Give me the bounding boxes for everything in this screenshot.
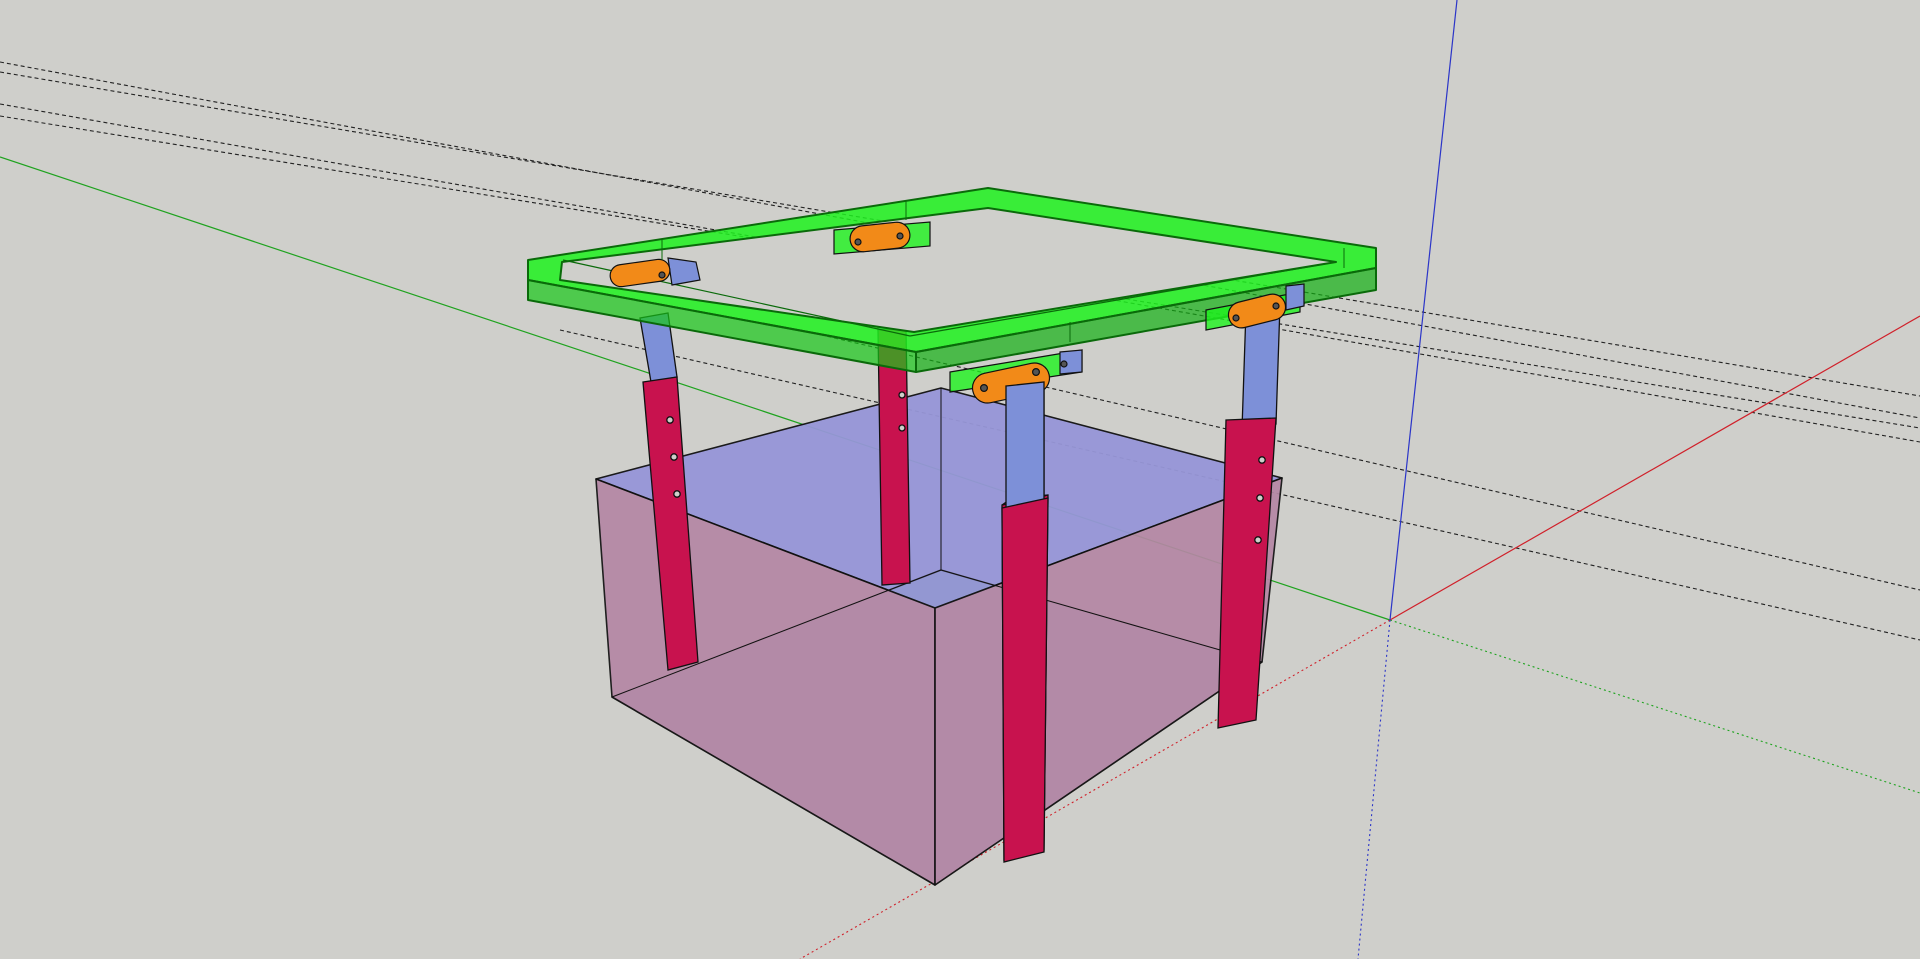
leg-front-middle[interactable]	[1001, 381, 1049, 863]
sketchup-3d-viewport[interactable]	[0, 0, 1920, 959]
storage-box[interactable]	[595, 387, 1283, 886]
model-canvas[interactable]	[0, 0, 1920, 959]
